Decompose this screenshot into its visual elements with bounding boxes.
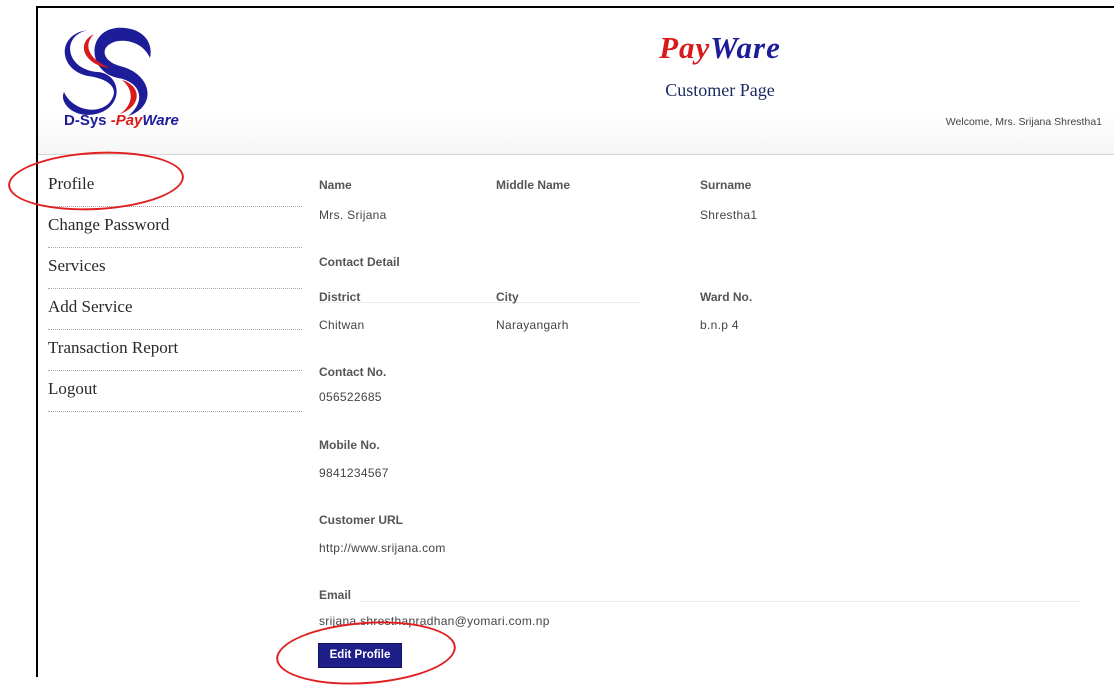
sidebar-item-profile[interactable]: Profile	[48, 166, 302, 207]
surname-label: Surname	[700, 178, 752, 192]
mobile-no-label: Mobile No.	[319, 438, 380, 452]
name-value: Mrs. Srijana	[319, 208, 387, 222]
app-title: PayWare	[659, 30, 781, 65]
sidebar-item-change-password[interactable]: Change Password	[48, 207, 302, 248]
sidebar-item-services[interactable]: Services	[48, 248, 302, 289]
city-label: City	[496, 290, 519, 304]
contact-no-value: 056522685	[319, 390, 382, 404]
welcome-message: Welcome, Mrs. Srijana Shrestha1	[945, 116, 1102, 128]
contact-no-label: Contact No.	[319, 365, 387, 379]
sidebar-item-add-service[interactable]: Add Service	[48, 289, 302, 330]
email-value: srijana.shresthapradhan@yomari.com.np	[319, 614, 550, 628]
sidebar-item-transaction-report[interactable]: Transaction Report	[48, 330, 302, 371]
middle-name-label: Middle Name	[496, 178, 571, 192]
customer-url-value: http://www.srijana.com	[319, 541, 446, 555]
page-subtitle: Customer Page	[665, 80, 775, 100]
ward-no-value: b.n.p 4	[700, 318, 739, 332]
sidebar-item-logout[interactable]: Logout	[48, 371, 302, 412]
surname-value: Shrestha1	[700, 208, 758, 222]
contact-detail-heading: Contact Detail	[319, 255, 400, 269]
city-value: Narayangarh	[496, 318, 569, 332]
page-header	[38, 8, 1114, 155]
email-label: Email	[319, 588, 352, 602]
dsys-logo	[62, 27, 151, 116]
edit-profile-button[interactable]: Edit Profile	[318, 643, 402, 668]
divider	[360, 601, 1080, 602]
district-label: District	[319, 290, 361, 304]
ward-no-label: Ward No.	[700, 290, 753, 304]
customer-url-label: Customer URL	[319, 513, 404, 527]
name-label: Name	[319, 178, 352, 192]
divider	[319, 302, 639, 303]
mobile-no-value: 9841234567	[319, 466, 389, 480]
district-value: Chitwan	[319, 318, 365, 332]
logo-text: D-Sys -PayWare	[64, 112, 179, 129]
sidebar-nav: Profile Change Password Services Add Ser…	[48, 166, 302, 412]
